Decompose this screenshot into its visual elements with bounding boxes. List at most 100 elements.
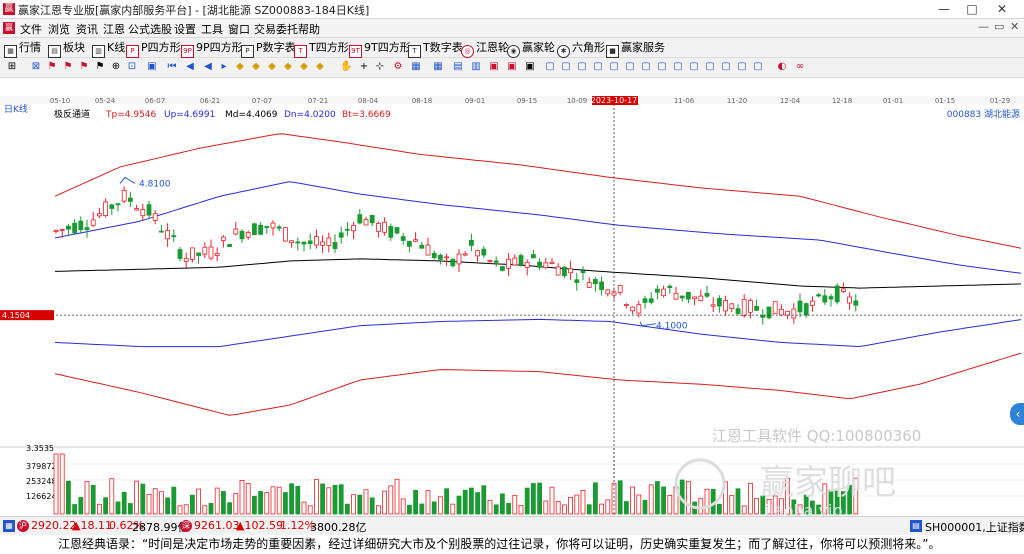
tool-icon-4[interactable]: ⚑ xyxy=(78,61,90,73)
tool-icon-13[interactable]: ◆ xyxy=(266,61,278,73)
maximize-button[interactable]: □ xyxy=(958,1,986,17)
tool-icon-16[interactable]: ◆ xyxy=(314,61,326,73)
tool-icon-21[interactable]: ▤ xyxy=(452,61,464,73)
tool-icon-25[interactable]: ▣ xyxy=(524,61,536,73)
tool-icon-9[interactable]: ◀ xyxy=(202,61,214,73)
toolbar-service-button[interactable]: ■ 赢家服务 xyxy=(606,40,665,58)
tool-icon-12[interactable]: ◆ xyxy=(250,61,262,73)
menu-formula[interactable]: 公式选股 xyxy=(128,21,172,37)
kline-chart-area[interactable]: 05-10 05-24 06-07 06-21 07-07 07-21 08-04 08-18… xyxy=(0,96,1024,520)
side-panel-toggle-button[interactable]: ‹ xyxy=(1010,403,1024,425)
menu-info[interactable]: 资讯 xyxy=(76,21,98,37)
tool-icon-38[interactable]: ▢ xyxy=(736,61,748,73)
candle-body xyxy=(295,241,301,244)
menu-help[interactable]: 帮助 xyxy=(298,21,320,37)
close-button[interactable]: ✕ xyxy=(988,1,1016,17)
tool-icon-31[interactable]: ▢ xyxy=(624,61,636,73)
tool-icon-27[interactable]: ▢ xyxy=(560,61,572,73)
menu-trade[interactable]: 交易委托 xyxy=(254,21,298,37)
toolbar-winner-wheel-button[interactable]: ◉ 赢家轮 xyxy=(507,40,555,58)
tool-icon-18[interactable]: ⚙ xyxy=(392,61,404,73)
tool-icon-39[interactable]: ▢ xyxy=(752,61,764,73)
tool-icon-7[interactable]: ⊡ xyxy=(126,61,138,73)
candle-body xyxy=(375,223,381,232)
tool-icon-30[interactable]: ▢ xyxy=(608,61,620,73)
toolbar-gann-wheel-button[interactable]: ◎ 江恩轮 xyxy=(461,40,509,58)
menu-app-icon[interactable]: 赢 xyxy=(3,22,15,34)
tool-icon-6[interactable]: ⊕ xyxy=(110,61,122,73)
menu-settings[interactable]: 设置 xyxy=(174,21,196,37)
9t-square-icon: 9T xyxy=(349,45,362,58)
tool-icon-23[interactable]: ▣ xyxy=(488,61,500,73)
infinity-icon[interactable]: ∞ xyxy=(794,61,806,73)
toolbar-p-table-button[interactable]: P P数字表 xyxy=(241,40,296,58)
tool-icon-11[interactable]: ◆ xyxy=(234,61,246,73)
toolbar-kline-button[interactable]: ▥ K线 xyxy=(92,40,125,58)
tool-icon-36[interactable]: ▢ xyxy=(704,61,716,73)
candle-body xyxy=(499,266,505,271)
mdi-minimize-button[interactable]: — xyxy=(978,20,989,33)
tool-icon-2[interactable]: ⚑ xyxy=(46,61,58,73)
tool-icon-37[interactable]: ▢ xyxy=(720,61,732,73)
candle-body xyxy=(388,226,394,238)
hand-tool-icon[interactable]: ✋ xyxy=(340,61,352,73)
candle-body xyxy=(66,225,71,230)
tool-icon-28[interactable]: ▢ xyxy=(576,61,588,73)
tool-icon-29[interactable]: ▢ xyxy=(592,61,604,73)
tool-icon-19[interactable]: ▦ xyxy=(410,61,422,73)
volume-bar xyxy=(499,493,505,515)
tool-icon-1[interactable]: ⊠ xyxy=(30,61,42,73)
candle-body xyxy=(84,227,90,231)
menu-file[interactable]: 文件 xyxy=(20,21,42,37)
tool-icon-10[interactable]: ▸ xyxy=(218,61,230,73)
candle-body xyxy=(580,270,586,274)
toolbar-t-table-button[interactable]: T T数字表 xyxy=(408,40,463,58)
tool-icon-3[interactable]: ⚑ xyxy=(62,61,74,73)
menu-tools[interactable]: 工具 xyxy=(201,21,223,37)
period-selector-icon[interactable]: ⊞ xyxy=(6,61,18,73)
toolbar-sectors-button[interactable]: ▤ 板块 xyxy=(48,40,85,58)
crosshair-icon[interactable]: + xyxy=(358,61,370,73)
menu-window[interactable]: 窗口 xyxy=(228,21,250,37)
toolbar-hexagon-button[interactable]: ✱ 六角形 xyxy=(557,40,605,58)
kline-chart-svg[interactable]: 05-10 05-24 06-07 06-21 07-07 07-21 08-04 08-18… xyxy=(0,96,1024,520)
tool-icon-26[interactable]: ▢ xyxy=(544,61,556,73)
toolbar-quotes-button[interactable]: ▦ 行情 xyxy=(4,40,41,58)
tool-icon-8[interactable]: ▣ xyxy=(146,61,158,73)
color-wheel-icon[interactable]: ◐ xyxy=(776,61,788,73)
mdi-restore-button[interactable]: ▭ xyxy=(994,20,1004,33)
volume-bar xyxy=(748,482,753,515)
candle-body xyxy=(667,285,673,288)
candle-body xyxy=(673,292,679,300)
tool-icon-33[interactable]: ▢ xyxy=(656,61,668,73)
candle-body xyxy=(134,208,140,211)
toolbar-9p-square-button[interactable]: 9P 9P四方形 xyxy=(181,40,243,58)
tool-icon-32[interactable]: ▢ xyxy=(640,61,652,73)
mdi-close-button[interactable]: ✕ xyxy=(1010,20,1019,33)
tool-icon-5[interactable]: ⚑ xyxy=(94,61,106,73)
candle-body xyxy=(357,214,363,224)
tool-icon-14[interactable]: ◆ xyxy=(282,61,294,73)
prev-page-icon[interactable]: ◀ xyxy=(184,61,196,73)
tool-icon-22[interactable]: ▥ xyxy=(470,61,482,73)
tool-icon-15[interactable]: ◆ xyxy=(298,61,310,73)
time-tick-label: 11-20 xyxy=(727,97,747,105)
tool-icon-24[interactable]: ▣ xyxy=(506,61,518,73)
status-right-label[interactable]: SH000001,上证指数 xyxy=(925,519,1024,535)
first-page-icon[interactable]: ⏮ xyxy=(166,61,178,73)
toolbar-9t-square-button[interactable]: 9T 9T四方形 xyxy=(349,40,411,58)
toolbar-t-square-button[interactable]: T T四方形 xyxy=(294,40,349,58)
tool-icon-20[interactable]: ▦ xyxy=(432,61,444,73)
tool-icon-17[interactable]: ⊹ xyxy=(374,61,386,73)
menu-gann[interactable]: 江恩 xyxy=(103,21,125,37)
tool-icon-34[interactable]: ▢ xyxy=(672,61,684,73)
minimize-button[interactable]: — xyxy=(930,1,958,17)
candlestick-icon: ▥ xyxy=(92,45,105,58)
volume-bars xyxy=(53,453,859,515)
menu-browse[interactable]: 浏览 xyxy=(48,21,70,37)
low-marker-label: 4.1000 xyxy=(656,322,688,332)
toolbar-p-square-button[interactable]: P P四方形 xyxy=(126,40,181,58)
tool-icon-35[interactable]: ▢ xyxy=(688,61,700,73)
status-grid-icon[interactable]: ▦ xyxy=(3,520,15,532)
volume-bar xyxy=(655,481,660,515)
